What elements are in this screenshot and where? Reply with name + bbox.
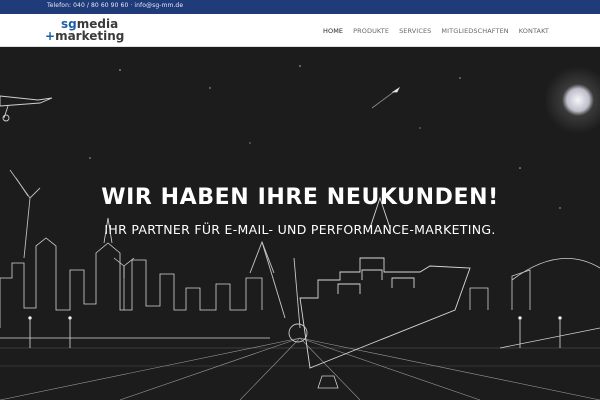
nav-item-home[interactable]: HOME xyxy=(318,27,348,35)
nav-item-mitgliedschaften[interactable]: MITGLIEDSCHAFTEN xyxy=(436,27,513,35)
nav-item-services[interactable]: SERVICES xyxy=(394,27,436,35)
logo-plus: + xyxy=(45,29,56,43)
logo[interactable]: sgmedia +marketing xyxy=(45,18,124,44)
site-header: sgmedia +marketing HOME PRODUKTE SERVICE… xyxy=(0,14,600,47)
nav-item-kontakt[interactable]: KONTAKT xyxy=(514,27,554,35)
logo-marketing: marketing xyxy=(55,29,125,43)
hero-subline: IHR PARTNER FÜR E-MAIL- UND PERFORMANCE-… xyxy=(104,222,496,237)
moon-icon xyxy=(562,84,594,116)
hero-banner: WIR HABEN IHRE NEUKUNDEN! IHR PARTNER FÜ… xyxy=(0,48,600,400)
nav-item-produkte[interactable]: PRODUKTE xyxy=(348,27,394,35)
topbar: Telefon: 040 / 80 60 90 60 · info@sg-mm.… xyxy=(0,0,600,14)
hero-headline: WIR HABEN IHRE NEUKUNDEN! xyxy=(101,185,499,210)
main-nav: HOME PRODUKTE SERVICES MITGLIEDSCHAFTEN … xyxy=(318,14,554,47)
topbar-contact: Telefon: 040 / 80 60 90 60 · info@sg-mm.… xyxy=(47,2,184,9)
